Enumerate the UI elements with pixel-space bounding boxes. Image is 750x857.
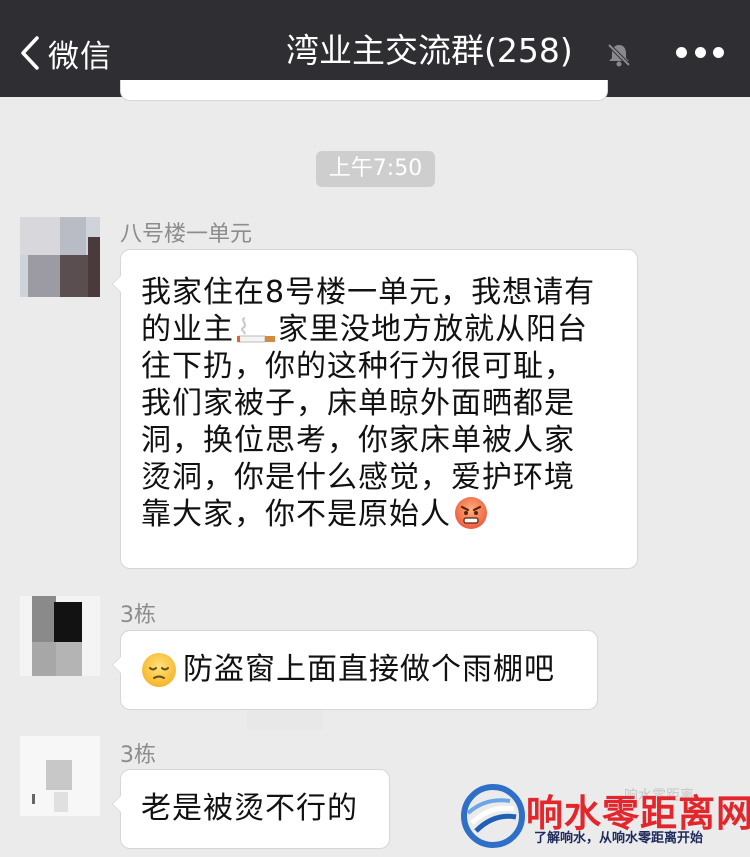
message-text: 我家住在8号楼一单元，我想请有 的业主 家里没地方放就从阳台 往下扔，你的这种行… xyxy=(141,275,596,532)
avatar[interactable] xyxy=(20,736,100,816)
site-logo-icon xyxy=(461,784,525,848)
avatar[interactable] xyxy=(20,596,100,676)
dot-icon xyxy=(676,46,687,58)
message-text: 老是被烫不行的 xyxy=(141,791,358,826)
mute-bell-icon xyxy=(607,43,631,67)
pensive-face-icon xyxy=(142,653,176,687)
cigarette-icon xyxy=(237,317,275,343)
sender-name: 八号楼一单元 xyxy=(120,222,253,247)
message-timestamp: 上午7:50 xyxy=(316,151,435,187)
previous-message-bubble[interactable] xyxy=(120,80,608,101)
chevron-left-icon xyxy=(21,36,39,70)
back-label: 微信 xyxy=(48,38,112,75)
site-watermark: 响水零距离 响水零距离网 了解响水，从响水零距离开始 xyxy=(458,783,750,857)
angry-face-icon xyxy=(455,497,487,529)
group-title[interactable]: 湾业主交流群(258) xyxy=(286,31,573,71)
message-bubble[interactable]: 我家住在8号楼一单元，我想请有 的业主 家里没地方放就从阳台 往下扔，你的这种行… xyxy=(112,249,638,569)
dot-icon xyxy=(713,46,724,58)
avatar[interactable] xyxy=(20,217,100,297)
sender-name: 3栋 xyxy=(120,603,156,628)
sender-name: 3栋 xyxy=(120,743,156,768)
back-button[interactable]: 微信 xyxy=(20,30,112,76)
dot-icon xyxy=(694,46,706,58)
more-options-button[interactable] xyxy=(676,40,724,64)
message-bubble[interactable]: 防盗窗上面直接做个雨棚吧 xyxy=(112,630,598,710)
message-bubble[interactable]: 老是被烫不行的 xyxy=(112,769,390,849)
message-text: 防盗窗上面直接做个雨棚吧 xyxy=(183,652,555,687)
watermark-subtitle: 了解响水，从响水零距离开始 xyxy=(534,831,704,846)
